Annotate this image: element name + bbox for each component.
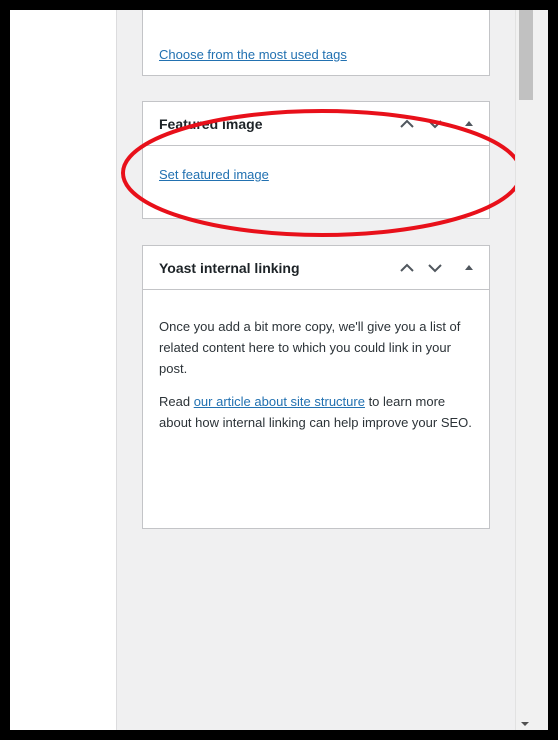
toggle-panel-icon[interactable] [465,121,473,126]
set-featured-image-link[interactable]: Set featured image [159,167,269,182]
toggle-panel-icon[interactable] [465,265,473,270]
panel-header[interactable]: Featured image [143,102,489,146]
most-used-tags-link[interactable]: Choose from the most used tags [159,47,347,62]
scroll-down-arrow-icon[interactable] [521,722,529,726]
editor-canvas [10,10,116,730]
tags-panel: Choose from the most used tags [142,10,490,76]
yoast-internal-linking-panel: Yoast internal linking Once you add a bi… [142,245,490,529]
featured-image-panel: Featured image Set featured image [142,101,490,219]
screenshot-frame: Choose from the most used tags Featured … [10,10,548,730]
chevron-up-icon[interactable] [399,116,415,132]
site-structure-article-link[interactable]: our article about site structure [194,394,365,409]
scrollbar[interactable] [515,10,548,730]
chevron-up-icon[interactable] [399,260,415,276]
panel-title: Yoast internal linking [159,259,300,276]
chevron-down-icon[interactable] [427,116,443,132]
panel-title: Featured image [159,115,263,132]
scrollbar-thumb[interactable] [519,10,533,100]
yoast-article-paragraph: Read our article about site structure to… [159,394,472,430]
panel-header[interactable]: Yoast internal linking [143,246,489,290]
yoast-description: Once you add a bit more copy, we'll give… [159,319,461,376]
chevron-down-icon[interactable] [427,260,443,276]
